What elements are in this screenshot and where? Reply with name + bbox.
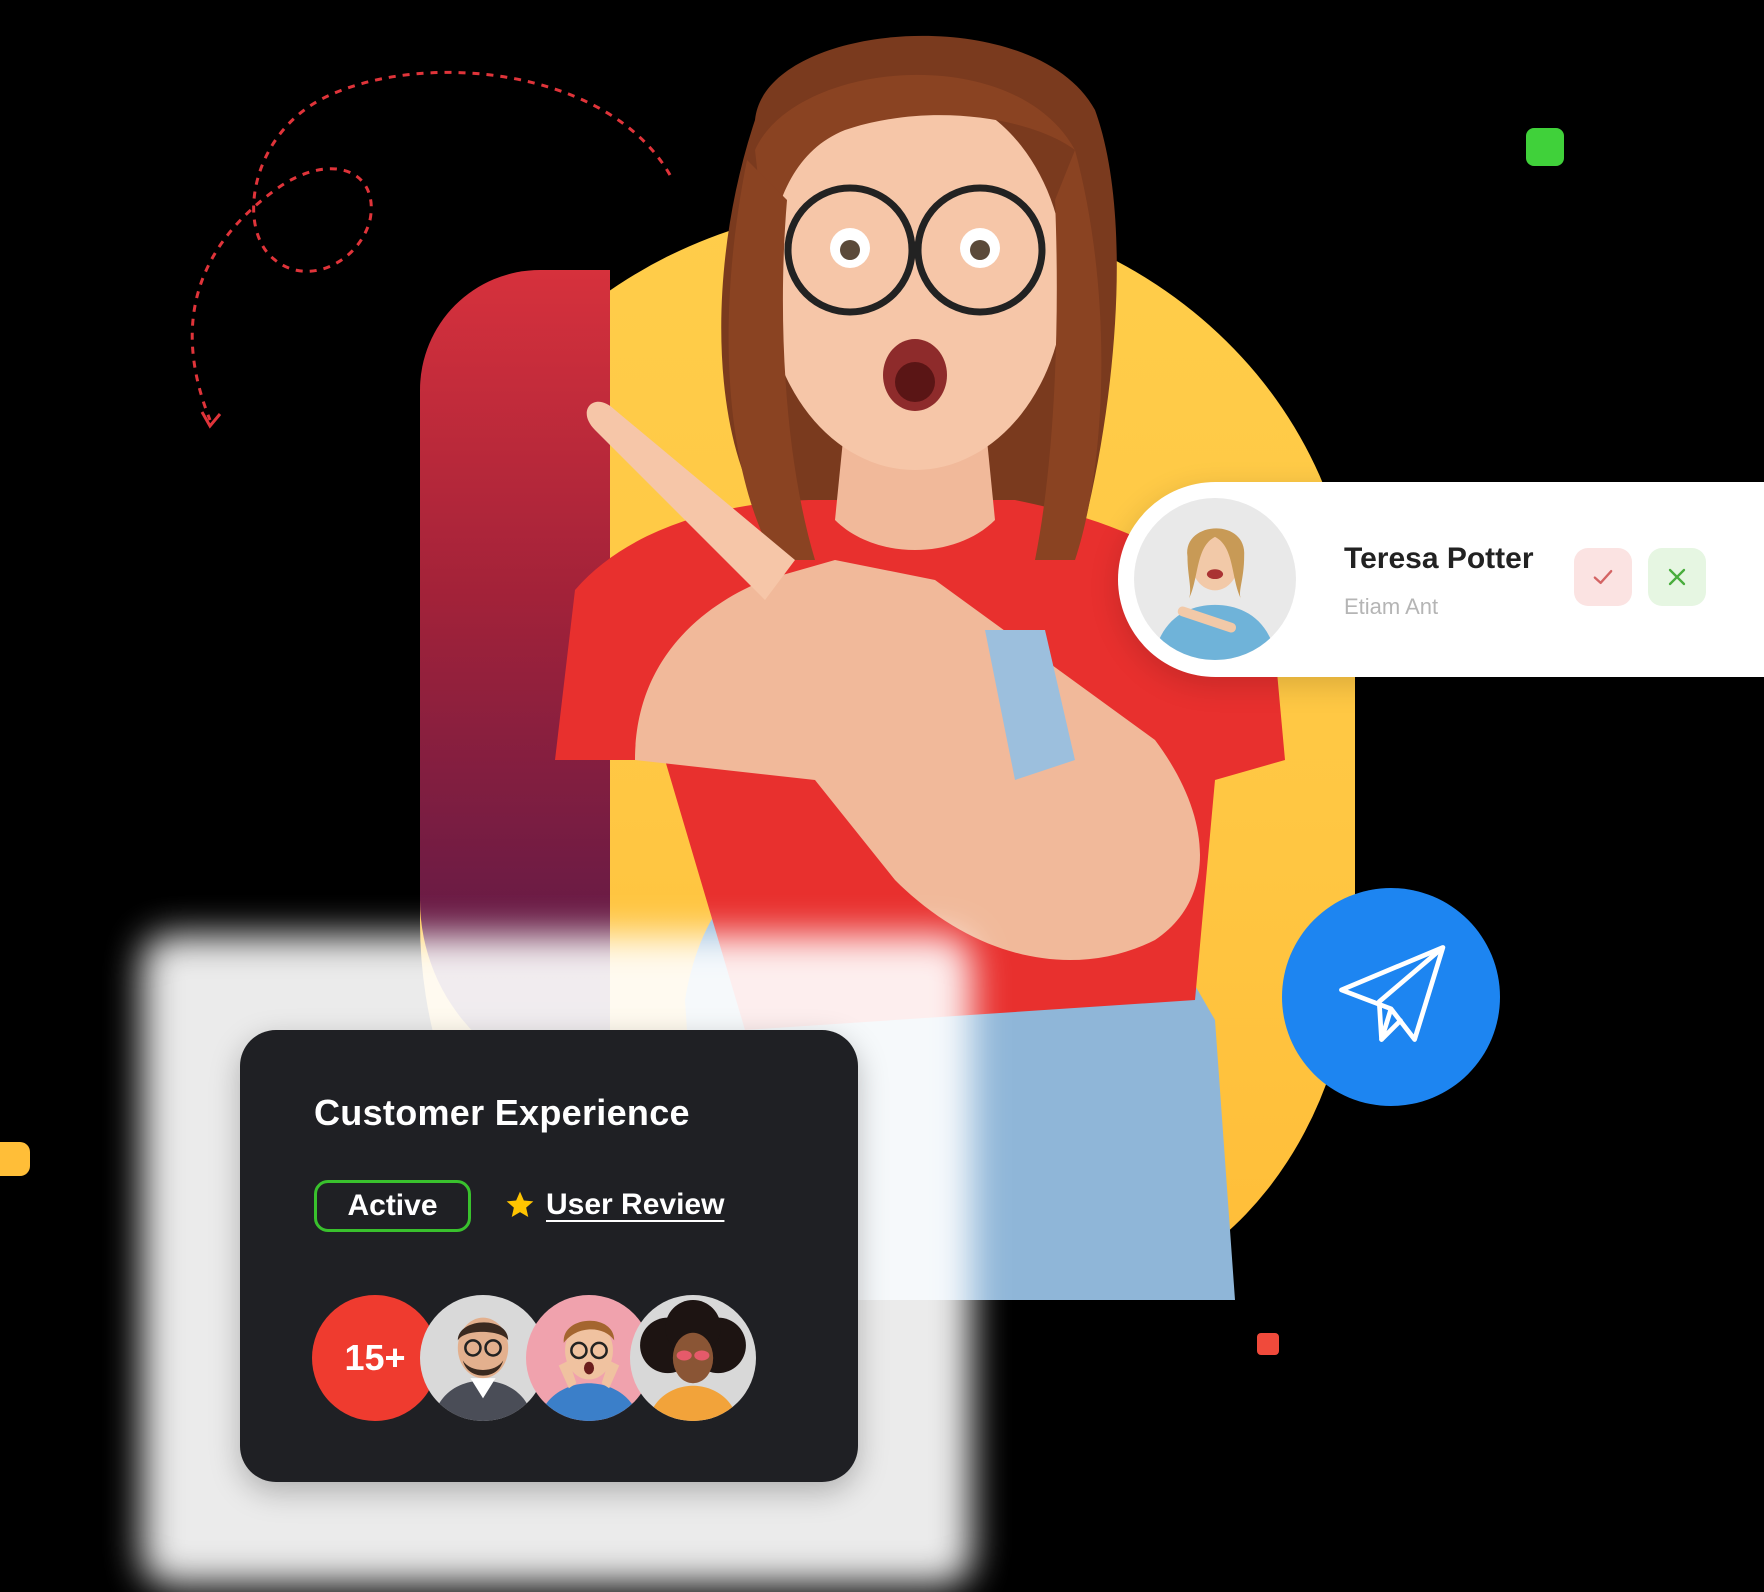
hero-stage: Customer Experience Active User Review 1…	[0, 0, 1764, 1592]
avatar-group: 15+	[312, 1295, 772, 1423]
profile-subtitle: Etiam Ant	[1344, 594, 1439, 619]
close-icon	[1668, 568, 1686, 586]
active-status-button[interactable]: Active	[314, 1180, 471, 1232]
star-icon	[506, 1191, 534, 1217]
paper-plane-icon	[1339, 945, 1446, 1042]
accept-button[interactable]	[1574, 548, 1632, 606]
card-title: Customer Experience	[314, 1092, 690, 1133]
red-dot-decoration	[1257, 1333, 1279, 1355]
profile-name: Teresa Potter	[1344, 542, 1534, 575]
decline-button[interactable]	[1648, 548, 1706, 606]
avatar[interactable]	[630, 1295, 756, 1421]
user-review-label: User Review	[546, 1188, 725, 1221]
green-dot-decoration	[1526, 128, 1564, 166]
profile-avatar	[1134, 498, 1296, 660]
send-button[interactable]	[1282, 888, 1500, 1106]
customer-experience-card: Customer Experience Active User Review 1…	[240, 1030, 858, 1482]
profile-card: Teresa Potter Etiam Ant	[1118, 482, 1764, 677]
user-review-link[interactable]: User Review	[504, 1188, 724, 1222]
yellow-dot-decoration	[0, 1142, 30, 1176]
check-icon	[1593, 570, 1613, 584]
